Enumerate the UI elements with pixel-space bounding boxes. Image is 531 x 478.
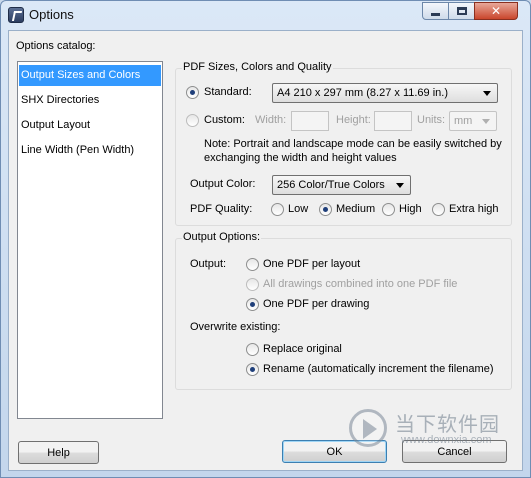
window-title: Options: [29, 7, 74, 22]
catalog-item-output-sizes[interactable]: Output Sizes and Colors: [19, 65, 161, 86]
catalog-item-line-width[interactable]: Line Width (Pen Width): [19, 140, 161, 161]
output-combined-radio[interactable]: [246, 278, 259, 291]
maximize-button[interactable]: [448, 2, 475, 20]
custom-size-radio[interactable]: [186, 114, 199, 127]
rename-label: Rename (automatically increment the file…: [263, 363, 494, 375]
quality-high-label: High: [399, 203, 422, 215]
overwrite-label: Overwrite existing:: [190, 321, 281, 333]
quality-low-label: Low: [288, 203, 309, 215]
help-button[interactable]: Help: [18, 441, 99, 464]
units-label: Units:: [417, 114, 446, 126]
output-per-layout-label: One PDF per layout: [263, 258, 361, 270]
pdf-sizes-group-title: PDF Sizes, Colors and Quality: [182, 61, 333, 73]
watermark-logo-icon: [349, 409, 387, 447]
standard-size-radio[interactable]: [186, 86, 199, 99]
quality-medium-radio[interactable]: [319, 203, 332, 216]
orientation-note: Note: Portrait and landscape mode can be…: [204, 138, 502, 164]
rename-radio[interactable]: [246, 363, 259, 376]
output-options-group-title: Output Options:: [182, 231, 262, 243]
quality-low-radio[interactable]: [271, 203, 284, 216]
minimize-icon: [431, 12, 440, 16]
quality-high-radio[interactable]: [382, 203, 395, 216]
custom-size-label: Custom:: [204, 114, 245, 126]
ok-button-label: OK: [326, 445, 343, 458]
help-button-label: Help: [47, 446, 70, 459]
output-color-label: Output Color:: [190, 178, 256, 190]
title-bar[interactable]: Options ✕: [1, 1, 530, 29]
quality-medium-label: Medium: [336, 203, 376, 215]
standard-size-select[interactable]: A4 210 x 297 mm (8.27 x 11.69 in.): [272, 83, 498, 103]
output-options-group: Output Options: Output: One PDF per layo…: [175, 231, 512, 390]
width-input[interactable]: [291, 111, 329, 131]
output-combined-label: All drawings combined into one PDF file: [263, 278, 458, 290]
quality-extra-high-radio[interactable]: [432, 203, 445, 216]
watermark: 当下软件园 www.downxia.com: [345, 405, 515, 455]
pdf-sizes-group: PDF Sizes, Colors and Quality Standard: …: [175, 61, 512, 226]
height-input[interactable]: [374, 111, 412, 131]
close-button[interactable]: ✕: [474, 2, 518, 20]
output-per-layout-radio[interactable]: [246, 258, 259, 271]
units-select[interactable]: mm: [449, 111, 497, 131]
options-catalog-list[interactable]: Output Sizes and Colors SHX Directories …: [17, 61, 163, 419]
height-label: Height:: [336, 114, 371, 126]
output-color-value: 256 Color/True Colors: [277, 179, 385, 191]
replace-original-label: Replace original: [263, 343, 342, 355]
output-per-drawing-label: One PDF per drawing: [263, 298, 370, 310]
close-icon: ✕: [490, 4, 502, 18]
quality-extra-high-label: Extra high: [449, 203, 499, 215]
minimize-button[interactable]: [422, 2, 449, 20]
output-color-select[interactable]: 256 Color/True Colors: [272, 175, 411, 195]
app-icon: [8, 7, 24, 23]
chevron-down-icon: [482, 119, 490, 124]
replace-original-radio[interactable]: [246, 343, 259, 356]
pdf-quality-label: PDF Quality:: [190, 203, 253, 215]
catalog-item-shx-directories[interactable]: SHX Directories: [19, 90, 161, 111]
chevron-down-icon: [483, 91, 491, 96]
width-label: Width:: [255, 114, 287, 126]
chevron-down-icon: [396, 183, 404, 188]
options-catalog-label: Options catalog:: [16, 40, 96, 52]
units-value: mm: [454, 115, 473, 127]
watermark-text: 当下软件园: [395, 414, 500, 436]
output-per-drawing-radio[interactable]: [246, 298, 259, 311]
maximize-icon: [456, 7, 467, 15]
standard-size-label: Standard:: [204, 86, 252, 98]
catalog-item-output-layout[interactable]: Output Layout: [19, 115, 161, 136]
options-dialog: Options ✕ Options catalog: Output Sizes …: [0, 0, 531, 478]
standard-size-value: A4 210 x 297 mm (8.27 x 11.69 in.): [277, 87, 448, 99]
output-label: Output:: [190, 258, 227, 270]
watermark-url: www.downxia.com: [401, 434, 492, 446]
